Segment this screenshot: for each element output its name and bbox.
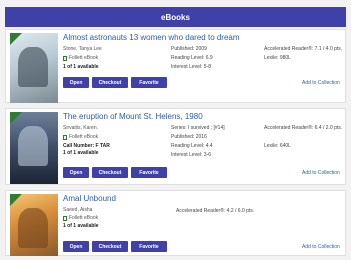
availability: 1 of 1 available bbox=[63, 150, 99, 156]
reading-level: Reading Level: 4.4 bbox=[171, 143, 213, 149]
book-author: Stone, Tanya Lee bbox=[63, 46, 102, 52]
published: Published: 2009 bbox=[171, 46, 207, 52]
add-to-collection-link[interactable]: Add to Collection bbox=[302, 80, 340, 86]
call-number: Call Number: F TAR bbox=[63, 143, 110, 149]
checkout-button[interactable]: Checkout bbox=[92, 241, 128, 252]
series: Series: I survived ; [#14] bbox=[171, 125, 225, 131]
published: Published: 2016 bbox=[171, 134, 207, 140]
reading-level: Reading Level: 6.9 bbox=[171, 55, 213, 61]
lexile: Lexile: 640L bbox=[264, 143, 291, 149]
accelerated-reader: Accelerated Reader®: 4.2 / 6.0 pts. bbox=[176, 208, 255, 214]
book-cover[interactable] bbox=[10, 112, 58, 184]
open-button[interactable]: Open bbox=[63, 241, 89, 252]
interest-level: Interest Level: 3-6 bbox=[171, 152, 212, 158]
favorite-button[interactable]: Favorite bbox=[131, 77, 167, 88]
ebooks-header: eBooks bbox=[5, 7, 346, 27]
favorite-button[interactable]: Favorite bbox=[131, 241, 167, 252]
checkout-button[interactable]: Checkout bbox=[92, 167, 128, 178]
accelerated-reader: Accelerated Reader®: 6.4 / 2.0 pts. bbox=[264, 125, 343, 131]
format-label: Follett eBook bbox=[69, 215, 99, 221]
book-author: Saeed, Aisha bbox=[63, 207, 93, 213]
book-card: Almost astronauts 13 women who dared to … bbox=[5, 29, 346, 103]
add-to-collection-link[interactable]: Add to Collection bbox=[302, 244, 340, 250]
ebook-flag-icon bbox=[10, 194, 22, 206]
favorite-button[interactable]: Favorite bbox=[131, 167, 167, 178]
availability: 1 of 1 available bbox=[63, 64, 99, 70]
add-to-collection-link[interactable]: Add to Collection bbox=[302, 170, 340, 176]
cover-art bbox=[18, 208, 48, 248]
book-cover[interactable] bbox=[10, 33, 58, 103]
cover-art bbox=[18, 47, 48, 87]
format-label: Follett eBook bbox=[69, 134, 99, 140]
cover-art bbox=[18, 126, 48, 166]
book-title-link[interactable]: Almost astronauts 13 women who dared to … bbox=[63, 33, 240, 42]
accelerated-reader: Accelerated Reader®: 7.1 / 4.0 pts. bbox=[264, 46, 343, 52]
ebook-icon bbox=[63, 55, 67, 61]
book-cover[interactable] bbox=[10, 194, 58, 256]
checkout-button[interactable]: Checkout bbox=[92, 77, 128, 88]
book-title-link[interactable]: The eruption of Mount St. Helens, 1980 bbox=[63, 112, 203, 121]
book-author: Sirvaitis, Karen. bbox=[63, 125, 99, 131]
format-label: Follett eBook bbox=[69, 55, 99, 61]
book-title-link[interactable]: Amal Unbound bbox=[63, 194, 116, 203]
ebook-flag-icon bbox=[10, 112, 22, 124]
open-button[interactable]: Open bbox=[63, 167, 89, 178]
interest-level: Interest Level: 5-8 bbox=[171, 64, 212, 70]
book-card: The eruption of Mount St. Helens, 1980 S… bbox=[5, 108, 346, 185]
lexile: Lexile: 980L bbox=[264, 55, 291, 61]
ebook-format: Follett eBook bbox=[63, 134, 98, 140]
ebook-icon bbox=[63, 134, 67, 140]
ebook-icon bbox=[63, 215, 67, 221]
ebook-flag-icon bbox=[10, 33, 22, 45]
book-card: Amal Unbound Saeed, Aisha Follett eBook … bbox=[5, 190, 346, 256]
ebook-format: Follett eBook bbox=[63, 215, 98, 221]
open-button[interactable]: Open bbox=[63, 77, 89, 88]
availability: 1 of 1 available bbox=[63, 223, 99, 229]
ebook-format: Follett eBook bbox=[63, 55, 98, 61]
header-title: eBooks bbox=[161, 12, 190, 22]
